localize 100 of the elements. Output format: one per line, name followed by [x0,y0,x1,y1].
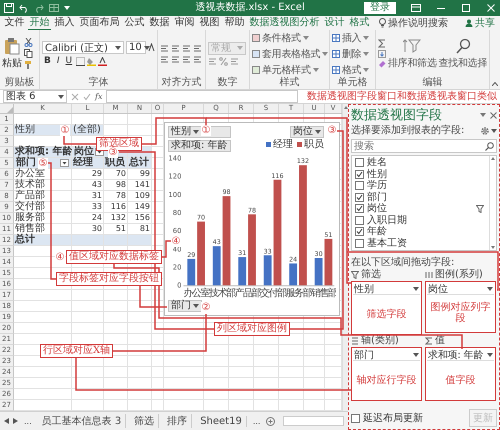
field-label[interactable]: 入职日期 [367,214,407,226]
sort-filter-button[interactable]: 排序和筛选 [388,38,437,70]
field-label[interactable]: 年龄 [367,226,387,238]
maximize-icon[interactable] [461,4,471,12]
search-field[interactable]: 搜索 [351,139,497,153]
fill-down-icon[interactable] [378,50,386,58]
caret-icon[interactable] [480,113,486,117]
next-sheet-icon[interactable] [13,418,18,424]
percent-icon[interactable] [219,56,228,66]
menu-tab[interactable]: 数据 [148,16,171,30]
checkbox[interactable] [355,170,364,179]
checkbox[interactable] [355,181,364,190]
menu-tab[interactable]: 公式 [123,16,146,30]
cell-menu-button[interactable]: 格式 [332,62,370,76]
undo-icon[interactable] [19,3,29,13]
copy-icon[interactable] [24,49,33,58]
menu-tab[interactable]: 帮助 [223,16,246,30]
eraser-icon[interactable] [378,60,386,68]
share-button[interactable]: 共享 [463,16,497,30]
add-sheet-icon[interactable] [266,416,276,426]
border-icon[interactable] [76,56,86,66]
field-label[interactable]: 姓名 [367,157,387,168]
field-label[interactable]: 岗位 [367,203,387,214]
check-icon[interactable] [83,92,91,100]
align-bottom-icon[interactable] [182,44,191,52]
menu-tab[interactable]: 设计 [323,16,346,30]
collapse-ribbon-icon[interactable] [492,82,498,86]
align-right-icon[interactable] [182,54,191,64]
fill-color-icon[interactable] [87,56,96,66]
cell-menu-button[interactable]: 插入 [332,30,370,44]
style-menu-button[interactable]: 条件格式 [252,30,328,44]
menu-tab[interactable]: 视图 [198,16,221,30]
menu-tab[interactable]: 数据透视图分析 [248,16,321,30]
name-box[interactable]: 图表 6 [3,90,67,103]
formula-input[interactable] [106,90,298,103]
style-menu-button[interactable]: 套用表格格式 [252,46,328,60]
menu-tab[interactable]: 插入 [53,16,76,30]
menu-tab[interactable]: 格式 [348,16,371,30]
caret-icon[interactable] [64,6,70,10]
checkbox[interactable] [355,238,364,248]
ribbon-display-icon[interactable] [411,4,421,12]
more-sheets-button[interactable]: ... [250,416,262,426]
align-left-icon[interactable] [160,54,169,64]
insert-function-button[interactable]: fx [95,92,102,101]
underline-button[interactable]: U [64,56,74,66]
close-icon[interactable] [490,112,497,118]
field-dropdown[interactable]: 部门 [353,349,420,361]
field-button[interactable]: 求和项: 年龄 [168,140,231,152]
paste-button[interactable]: 粘贴 [2,37,22,70]
checkbox[interactable] [355,192,364,202]
grow-font-icon[interactable] [148,43,155,52]
checkbox[interactable] [355,158,364,168]
italic-button[interactable]: I [54,56,62,66]
style-menu-button[interactable]: 单元格样式 [252,62,328,76]
table-cell-text: 132 [110,213,127,223]
brush-icon[interactable] [24,60,33,69]
font-name-field[interactable]: Calibri (正文) [42,41,124,54]
save-icon[interactable] [4,3,14,13]
field-button[interactable]: 岗位 [290,126,324,138]
field-dropdown[interactable]: 性别 [353,283,420,295]
checkbox[interactable] [355,204,364,214]
menu-tab[interactable]: 审阅 [173,16,196,30]
previous-sheet-icon[interactable] [4,418,9,424]
filter-icon[interactable] [476,204,484,213]
sheet-tab[interactable]: 排序 [163,414,192,428]
find-select-button[interactable]: 查找和选择 [438,38,488,70]
align-center-icon[interactable] [171,54,180,64]
sheet-tab[interactable]: Sheet19 [196,416,247,426]
checkbox[interactable] [351,414,360,422]
bold-button[interactable]: B [42,56,53,66]
checkbox[interactable] [355,227,364,236]
sum-icon[interactable] [378,39,386,48]
field-label[interactable]: 学历 [367,180,387,192]
align-top-icon[interactable] [160,44,169,52]
checkbox-label[interactable]: 延迟布局更新 [363,412,423,424]
table-icon[interactable] [49,3,59,13]
sheet-tab[interactable]: 筛选 [130,414,160,428]
field-button[interactable]: 部门 [168,300,202,312]
text-color-icon[interactable] [98,56,108,66]
login-button[interactable]: 登录 [364,2,396,14]
scissors-icon[interactable] [24,38,33,47]
horizontal-scrollbar[interactable] [283,416,344,426]
field-label[interactable]: 部门 [367,192,387,203]
sheet-tab[interactable]: 员工基本信息表 3 [38,414,126,428]
settings-button[interactable] [480,126,497,136]
search-hint[interactable]: 操作说明搜索 [388,16,448,30]
align-middle-icon[interactable] [171,44,180,52]
field-dropdown[interactable]: 求和项: 年龄 [427,349,494,361]
more-sheets-button[interactable]: ... [22,416,34,426]
menu-tab[interactable]: 文件 [3,16,26,30]
field-label[interactable]: 性别 [367,168,387,180]
dropdown-icon[interactable] [60,159,69,167]
field-dropdown[interactable]: 岗位 [427,283,494,295]
menu-tab[interactable]: 页面布局 [78,16,121,30]
cell-menu-button[interactable]: 删除 [332,46,370,60]
vertical-scrollbar[interactable] [489,156,496,250]
table-cell-text: 141 [134,180,151,190]
checkbox[interactable] [355,216,364,225]
field-label[interactable]: 基本工资 [367,238,407,249]
redo-icon[interactable] [34,3,44,13]
